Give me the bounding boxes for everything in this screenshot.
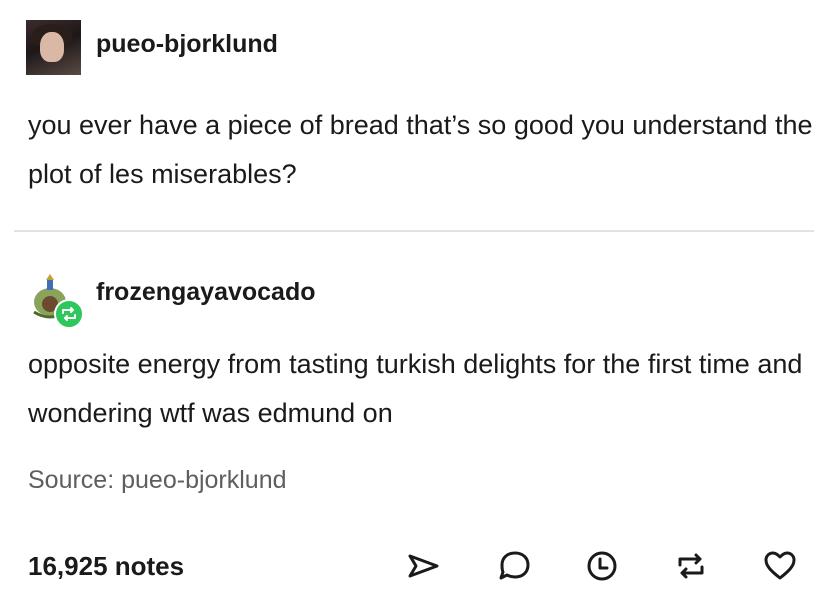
notes-count[interactable]: 16,925 notes <box>28 551 184 582</box>
reblog-badge-icon <box>54 299 84 329</box>
reblog-icon <box>678 553 704 579</box>
share-button[interactable] <box>404 547 442 585</box>
reply-icon <box>499 551 530 580</box>
avatar-face <box>40 32 64 62</box>
original-post-text: you ever have a piece of bread that’s so… <box>28 110 813 189</box>
like-button[interactable] <box>761 547 799 585</box>
clock-icon <box>587 551 617 581</box>
heart-icon <box>764 551 796 580</box>
post-later-button[interactable] <box>583 547 621 585</box>
tumblr-post: pueo-bjorklund you ever have a piece of … <box>0 0 828 595</box>
share-icon <box>408 554 439 578</box>
reblog-button[interactable] <box>672 547 710 585</box>
avatar-pueo-bjorklund[interactable] <box>26 20 81 75</box>
reblog-text: opposite energy from tasting turkish del… <box>28 349 803 428</box>
reply-button[interactable] <box>496 547 534 585</box>
reblog-divider <box>14 230 814 232</box>
original-poster-username[interactable]: pueo-bjorklund <box>96 30 278 59</box>
source-label: Source: <box>28 466 115 494</box>
source-attribution: Source: pueo-bjorklund <box>28 466 287 495</box>
source-link[interactable]: pueo-bjorklund <box>121 466 286 494</box>
reblogger-username[interactable]: frozengayavocado <box>96 278 316 307</box>
